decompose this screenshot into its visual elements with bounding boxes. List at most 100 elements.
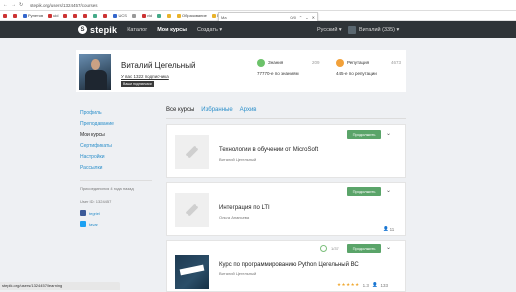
stepik-logo-icon: S bbox=[78, 25, 87, 34]
chevron-down-icon[interactable]: ⌄ bbox=[386, 244, 391, 251]
avatar bbox=[348, 25, 356, 34]
stepik-placeholder-icon bbox=[186, 204, 198, 216]
course-tabs: Все курсы Избранные Архив bbox=[166, 107, 256, 113]
forward-icon[interactable]: → bbox=[11, 2, 16, 8]
followers-link[interactable]: У вас 1322 подписчика bbox=[121, 74, 169, 79]
bookmark-item[interactable]: vid bbox=[141, 13, 152, 18]
course-thumbnail[interactable] bbox=[175, 193, 209, 227]
bookmark-item[interactable]: uid bbox=[48, 13, 58, 18]
progress-icon bbox=[320, 245, 327, 252]
bookmark-icon bbox=[48, 13, 53, 18]
joined-text: Присоединился 4 года назад bbox=[80, 186, 134, 191]
bookmark-item[interactable] bbox=[13, 13, 18, 18]
profile-name: Виталий Цегельный bbox=[121, 61, 196, 70]
bookmark-label: uid bbox=[53, 13, 59, 18]
bookmark-icon bbox=[157, 13, 162, 18]
reputation-label: Репутация bbox=[347, 60, 370, 65]
sidebar-item-profile[interactable]: Профиль bbox=[80, 108, 160, 119]
bookmark-item[interactable] bbox=[157, 13, 162, 18]
course-author[interactable]: Виталий Цегельный bbox=[219, 157, 256, 162]
user-id-text: User ID: 1324457 bbox=[80, 199, 112, 204]
chevron-down-icon[interactable]: ⌄ bbox=[386, 187, 391, 194]
knowledge-rank[interactable]: 77770-е по знаниям bbox=[257, 71, 299, 76]
course-author[interactable]: Ольга Ананьева bbox=[219, 215, 249, 220]
nav-my-courses[interactable]: Мои курсы bbox=[157, 27, 187, 33]
bookmark-label: Рунетов bbox=[28, 13, 44, 18]
course-card[interactable]: Технологии в обучении от MicroSoft Витал… bbox=[166, 124, 406, 178]
twitter-label: tavar bbox=[89, 221, 98, 227]
bookmark-icon bbox=[23, 13, 27, 18]
course-rating: ★★★★★ 1.3 👤 133 bbox=[337, 282, 388, 288]
twitter-link[interactable]: tavar bbox=[80, 221, 98, 227]
course-title[interactable]: Технологии в обучении от MicroSoft bbox=[219, 147, 318, 153]
sidebar-item-settings[interactable]: Настройки bbox=[80, 152, 160, 163]
reputation-icon bbox=[336, 59, 344, 67]
url-field[interactable]: stepik.org/users/1324457/courses bbox=[30, 3, 98, 8]
followers-tooltip: Ваши подписчики bbox=[121, 81, 154, 87]
profile-sidebar: Профиль Преподавание Мои курсы Сертифика… bbox=[80, 108, 160, 174]
continue-button[interactable]: Продолжить bbox=[347, 244, 381, 253]
course-thumbnail[interactable] bbox=[175, 255, 209, 289]
course-cover-image bbox=[179, 264, 205, 276]
course-author[interactable]: Виталий Цегельный bbox=[219, 271, 256, 276]
knowledge-value: 209 bbox=[312, 60, 320, 65]
nav-catalog[interactable]: Каталог bbox=[127, 27, 147, 33]
continue-button[interactable]: Продолжить bbox=[347, 187, 381, 196]
facebook-link[interactable]: tegriel bbox=[80, 210, 100, 216]
twitter-icon bbox=[80, 221, 86, 227]
bookmark-item[interactable]: Рунетов bbox=[23, 13, 43, 18]
reputation-rank[interactable]: 445-е по репутации bbox=[336, 71, 377, 76]
sidebar-item-certificates[interactable]: Сертификаты bbox=[80, 141, 160, 152]
bookmark-item[interactable] bbox=[93, 13, 98, 18]
bookmark-icon bbox=[73, 13, 78, 18]
bookmark-icon bbox=[177, 13, 182, 18]
language-select[interactable]: Русский ▾ bbox=[317, 27, 342, 33]
learners-value: 11 bbox=[389, 226, 395, 232]
bookmark-item[interactable] bbox=[103, 13, 108, 18]
bookmark-item[interactable] bbox=[83, 13, 88, 18]
course-card[interactable]: Интеграция по LTI Ольга Ананьева Продолж… bbox=[166, 182, 406, 236]
bookmark-icon bbox=[131, 13, 136, 18]
back-icon[interactable]: ← bbox=[3, 2, 8, 8]
sidebar-item-my-courses[interactable]: Мои курсы bbox=[80, 130, 160, 141]
bookmark-item[interactable] bbox=[73, 13, 78, 18]
find-close-icon[interactable]: ✕ bbox=[312, 15, 315, 20]
sidebar-item-mailing[interactable]: Рассылки bbox=[80, 163, 160, 174]
facebook-icon bbox=[80, 210, 86, 216]
rating-value: 1.3 bbox=[362, 282, 369, 288]
find-up-icon[interactable]: ⌃ bbox=[299, 15, 302, 20]
find-input[interactable]: Ма bbox=[221, 15, 287, 20]
bookmark-icon bbox=[103, 13, 108, 18]
bookmark-item[interactable] bbox=[131, 13, 137, 18]
stepik-logo[interactable]: S stepik bbox=[78, 25, 117, 35]
tab-favorites[interactable]: Избранные bbox=[201, 107, 232, 113]
course-title[interactable]: Курс по программированию Python Цегельны… bbox=[219, 262, 359, 268]
course-thumbnail[interactable] bbox=[175, 135, 209, 169]
user-icon: 👤 bbox=[371, 282, 378, 287]
bookmark-item[interactable] bbox=[167, 13, 172, 18]
sidebar-divider bbox=[80, 180, 152, 181]
sidebar-item-teaching[interactable]: Преподавание bbox=[80, 119, 160, 130]
course-title[interactable]: Интеграция по LTI bbox=[219, 205, 270, 211]
bookmark-icon bbox=[211, 13, 216, 18]
tab-all-courses[interactable]: Все курсы bbox=[166, 107, 194, 113]
course-card[interactable]: Курс по программированию Python Цегельны… bbox=[166, 240, 406, 292]
tabs-divider bbox=[166, 118, 406, 119]
find-down-icon[interactable]: ⌄ bbox=[305, 15, 308, 20]
continue-button[interactable]: Продолжить bbox=[347, 130, 381, 139]
nav-create[interactable]: Создать ▾ bbox=[197, 27, 222, 33]
reload-icon[interactable]: ↻ bbox=[19, 2, 23, 8]
bookmark-icon bbox=[141, 13, 146, 18]
profile-header: Виталий Цегельный У вас 1322 подписчика … bbox=[76, 50, 406, 92]
bookmark-item[interactable]: Образование bbox=[177, 13, 207, 18]
browser-nav-icons: ← → ↻ bbox=[0, 2, 30, 8]
user-menu[interactable]: Виталий (335) ▾ bbox=[348, 25, 399, 34]
bookmark-item[interactable] bbox=[63, 13, 68, 18]
bookmark-icon bbox=[13, 13, 17, 18]
bookmark-item[interactable]: UCS bbox=[113, 13, 127, 18]
chevron-down-icon[interactable]: ⌄ bbox=[386, 130, 391, 137]
bookmark-item[interactable] bbox=[3, 13, 8, 18]
facebook-label: tegriel bbox=[89, 210, 100, 216]
stepik-topbar: S stepik Каталог Мои курсы Создать ▾ Рус… bbox=[0, 21, 516, 38]
tab-archive[interactable]: Архив bbox=[240, 107, 257, 113]
